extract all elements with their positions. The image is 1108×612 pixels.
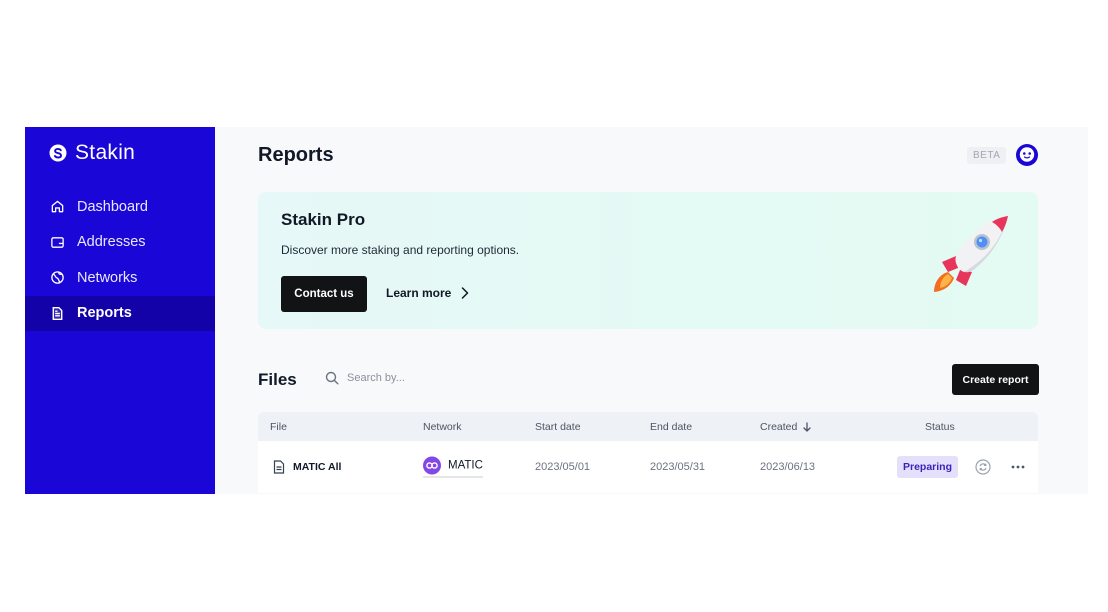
- sidebar-item-networks[interactable]: Networks: [25, 260, 215, 296]
- beta-badge: BETA: [967, 147, 1007, 164]
- column-file[interactable]: File: [270, 421, 287, 433]
- sidebar-item-label: Networks: [77, 269, 138, 286]
- chevron-right-icon: [462, 287, 469, 299]
- sidebar: Stakin Dashboard Addresses Networks Repo…: [25, 127, 215, 494]
- file-cell[interactable]: MATIC All: [273, 460, 341, 474]
- search-icon: [325, 371, 339, 385]
- brand[interactable]: Stakin: [49, 141, 135, 165]
- avatar-icon[interactable]: [1015, 143, 1039, 167]
- column-created-label: Created: [760, 420, 798, 433]
- create-report-button[interactable]: Create report: [952, 364, 1039, 395]
- column-start-date[interactable]: Start date: [535, 421, 581, 433]
- matic-icon: [423, 456, 441, 475]
- column-status[interactable]: Status: [925, 421, 955, 433]
- file-icon: [273, 460, 285, 474]
- sidebar-item-label: Addresses: [77, 234, 146, 251]
- sidebar-item-label: Dashboard: [77, 198, 148, 215]
- stakin-logo-icon: [49, 144, 67, 162]
- status-badge: Preparing: [897, 456, 959, 478]
- network-name: MATIC: [448, 459, 483, 472]
- learn-more-label: Learn more: [386, 286, 452, 300]
- learn-more-link[interactable]: Learn more: [386, 286, 469, 300]
- sidebar-item-reports[interactable]: Reports: [25, 295, 215, 331]
- home-icon: [51, 200, 64, 213]
- search-input[interactable]: [347, 372, 467, 384]
- rocket-icon: [934, 216, 1008, 292]
- table-row[interactable]: MATIC All MATIC 2023/05/01 2023/05/31 20…: [258, 441, 1038, 493]
- more-options-icon[interactable]: [1011, 465, 1025, 469]
- main-content: Reports BETA Stakin Pro Discover more st…: [215, 127, 1088, 494]
- brand-name: Stakin: [75, 141, 136, 164]
- page-title: Reports: [258, 144, 334, 166]
- network-cell[interactable]: MATIC: [423, 456, 483, 478]
- sidebar-item-dashboard[interactable]: Dashboard: [25, 189, 215, 225]
- promo-title: Stakin Pro: [281, 210, 366, 229]
- globe-icon: [51, 271, 64, 285]
- column-end-date[interactable]: End date: [650, 421, 692, 433]
- document-icon: [52, 306, 63, 320]
- refresh-icon[interactable]: [975, 459, 991, 475]
- files-title: Files: [258, 370, 297, 389]
- end-date-cell: 2023/05/31: [650, 461, 706, 473]
- files-table: File Network Start date End date Created…: [258, 412, 1038, 493]
- start-date-cell: 2023/05/01: [535, 461, 591, 473]
- column-network[interactable]: Network: [423, 421, 462, 433]
- wallet-icon: [51, 236, 64, 248]
- created-cell: 2023/06/13: [760, 461, 816, 473]
- file-name: MATIC All: [293, 461, 342, 473]
- sidebar-nav: Dashboard Addresses Networks Reports: [25, 189, 215, 331]
- column-created[interactable]: Created: [760, 420, 812, 433]
- search-box[interactable]: [325, 371, 467, 385]
- table-header: File Network Start date End date Created…: [258, 412, 1038, 441]
- sidebar-item-label: Reports: [77, 305, 132, 322]
- promo-banner: Stakin Pro Discover more staking and rep…: [258, 192, 1038, 329]
- promo-description: Discover more staking and reporting opti…: [281, 243, 520, 257]
- app-window: Stakin Dashboard Addresses Networks Repo…: [25, 127, 1088, 494]
- sidebar-item-addresses[interactable]: Addresses: [25, 225, 215, 261]
- sort-down-icon: [803, 421, 812, 432]
- contact-us-button[interactable]: Contact us: [281, 276, 367, 312]
